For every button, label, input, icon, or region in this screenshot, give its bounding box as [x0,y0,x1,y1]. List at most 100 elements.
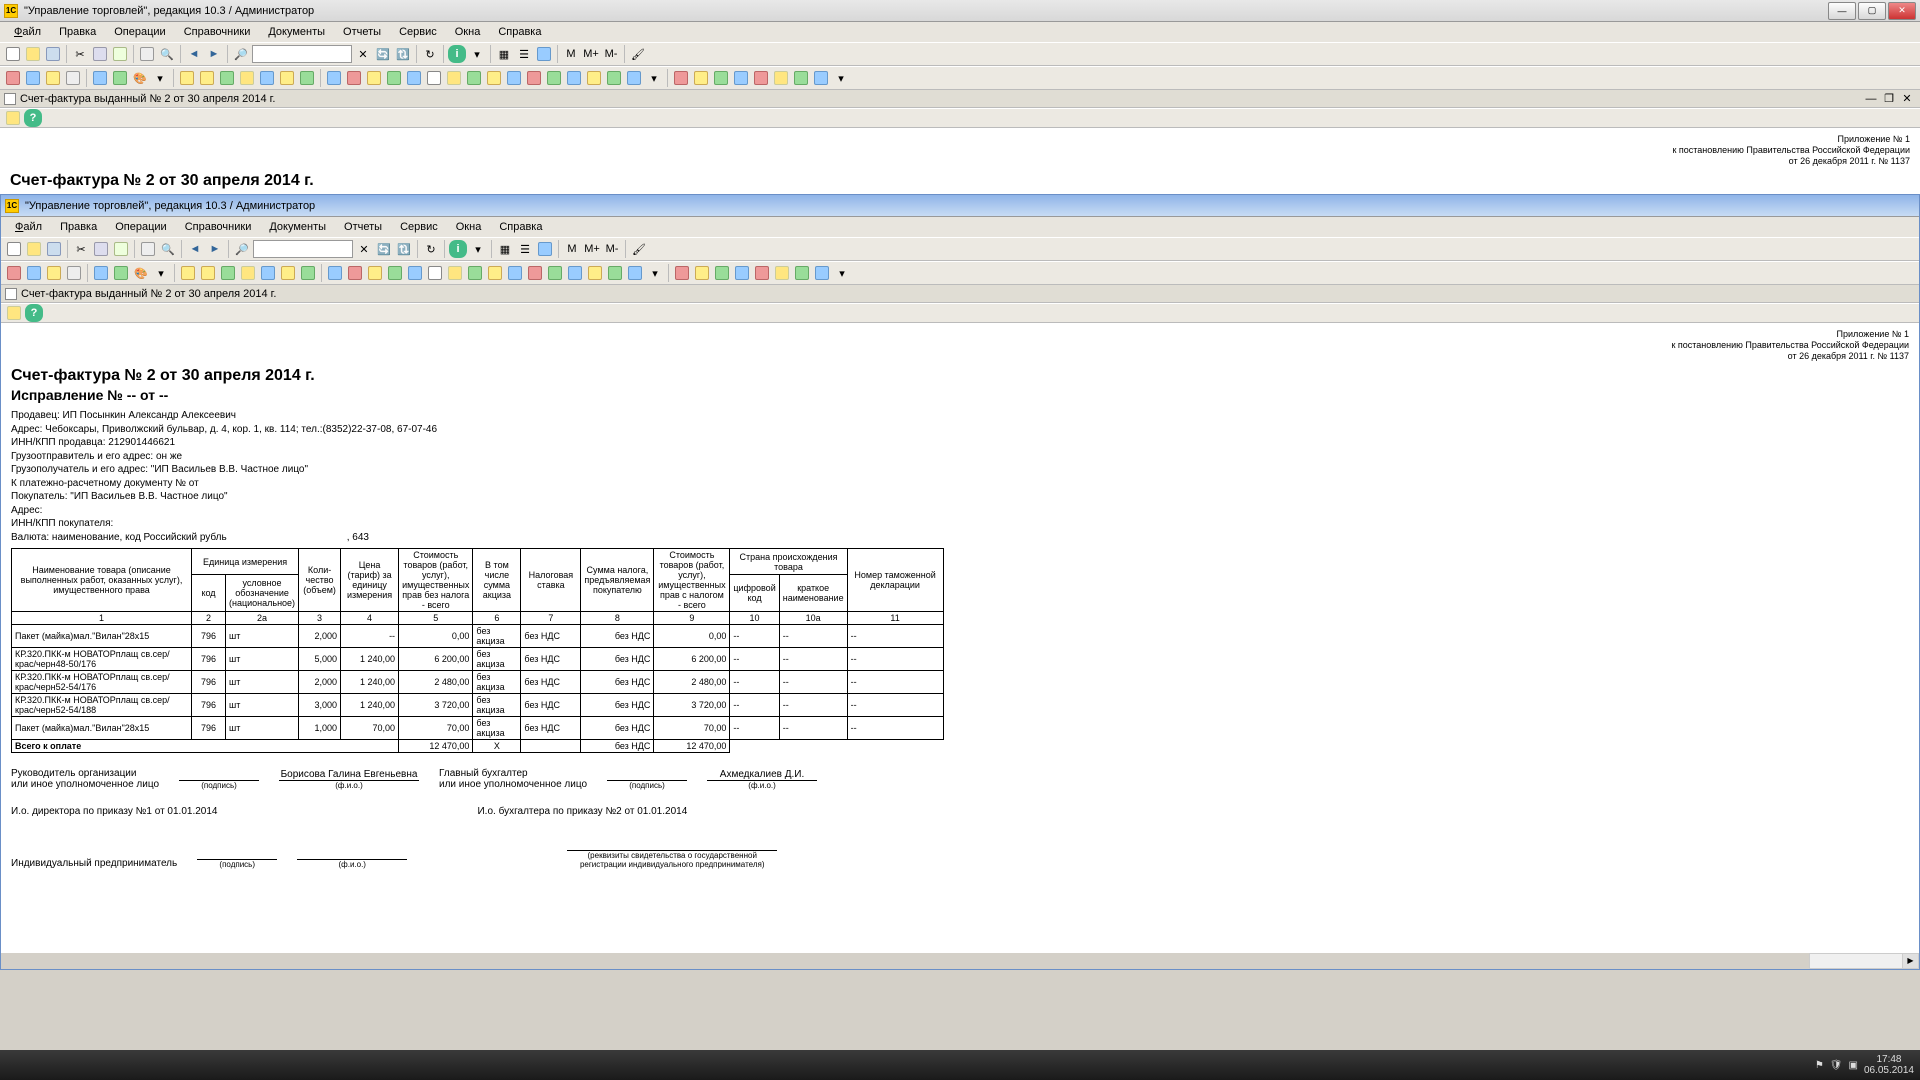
tb2-icon[interactable] [198,69,216,87]
inner-doc-tab-title[interactable]: Счет-фактура выданный № 2 от 30 апреля 2… [21,288,276,300]
tb2-icon[interactable] [385,69,403,87]
tray-shield-icon[interactable]: 🛡 [1830,1060,1843,1071]
tb2-icon[interactable] [733,264,751,282]
preview-icon[interactable]: 🔍 [159,240,177,258]
tb2-icon[interactable] [346,264,364,282]
search-icon[interactable]: 🔎 [233,240,251,258]
tb2-icon[interactable] [365,69,383,87]
tb2-dropdown-icon[interactable]: ▾ [152,264,170,282]
menu-windows[interactable]: Окна [448,219,490,235]
preview-icon[interactable]: 🔍 [158,45,176,63]
tb2-icon[interactable] [298,69,316,87]
menu-operations[interactable]: Операции [107,219,174,235]
open-icon[interactable] [24,45,42,63]
tb2-icon[interactable] [712,69,730,87]
doc-help-icon[interactable]: ? [24,109,42,127]
menu-refs[interactable]: Справочники [176,24,259,40]
menu-service[interactable]: Сервис [391,24,445,40]
maximize-button[interactable]: ▢ [1858,2,1886,20]
tb2-icon[interactable] [486,264,504,282]
tb2-icon[interactable] [565,69,583,87]
tb2-icon[interactable] [545,69,563,87]
tb2-icon[interactable] [91,69,109,87]
tb2-icon[interactable] [793,264,811,282]
menu-operations[interactable]: Операции [106,24,173,40]
tb2-icon[interactable]: 🎨 [132,264,150,282]
tb2-icon[interactable] [44,69,62,87]
tb2-icon[interactable] [238,69,256,87]
search-icon[interactable]: 🔎 [232,45,250,63]
menu-help[interactable]: Справка [490,24,549,40]
system-tray[interactable]: ⚑ 🛡 ▣ 17:48 06.05.2014 [1815,1054,1914,1076]
tb2-icon[interactable] [773,264,791,282]
tb2-icon[interactable] [386,264,404,282]
tb2-icon[interactable] [426,264,444,282]
find-prev-icon[interactable]: 🔃 [394,45,412,63]
tool-icon[interactable] [535,45,553,63]
copy-icon[interactable] [91,45,109,63]
doc-minimize-icon[interactable]: — [1862,90,1880,108]
tb2-icon[interactable] [278,69,296,87]
forward-icon[interactable]: ► [206,240,224,258]
forward-icon[interactable]: ► [205,45,223,63]
tb2-icon[interactable]: 🎨 [131,69,149,87]
tb2-icon[interactable] [25,264,43,282]
paste-icon[interactable] [112,240,130,258]
tb2-dropdown-icon[interactable]: ▾ [833,264,851,282]
tb2-icon[interactable] [792,69,810,87]
h-scrollbar[interactable]: ▶ [1809,953,1919,969]
help-icon[interactable]: i [449,240,467,258]
tb2-icon[interactable] [812,69,830,87]
tb2-icon[interactable] [4,69,22,87]
menu-help[interactable]: Справка [491,219,550,235]
menu-docs[interactable]: Документы [260,24,333,40]
find-next-icon[interactable]: 🔄 [374,45,392,63]
doc-open-icon[interactable] [4,109,22,127]
brush-icon[interactable]: 🖌 [629,45,647,63]
doc-restore-icon[interactable]: ❐ [1880,90,1898,108]
tb2-icon[interactable] [112,264,130,282]
minimize-button[interactable]: — [1828,2,1856,20]
tb2-icon[interactable] [626,264,644,282]
scroll-right-icon[interactable]: ▶ [1902,954,1918,968]
doc-close-icon[interactable]: ✕ [1898,90,1916,108]
cut-icon[interactable]: ✂ [72,240,90,258]
tb2-dropdown-icon[interactable]: ▾ [832,69,850,87]
tb2-icon[interactable] [713,264,731,282]
tb2-icon[interactable] [753,264,771,282]
menu-service[interactable]: Сервис [392,219,446,235]
tb2-icon[interactable] [45,264,63,282]
menu-file[interactable]: Файл [6,24,49,40]
tb2-icon[interactable] [325,69,343,87]
tray-flag-icon[interactable]: ⚑ [1815,1060,1824,1071]
help-icon[interactable]: i [448,45,466,63]
dropdown-icon[interactable]: ▾ [469,240,487,258]
tb2-icon[interactable] [406,264,424,282]
tb2-icon[interactable] [525,69,543,87]
doc-help-icon[interactable]: ? [25,304,43,322]
tb2-icon[interactable] [526,264,544,282]
m-button[interactable]: M [562,45,580,63]
tb2-dropdown-icon[interactable]: ▾ [646,264,664,282]
tb2-icon[interactable] [465,69,483,87]
tb2-icon[interactable] [466,264,484,282]
mminus-button[interactable]: M- [603,240,621,258]
menu-reports[interactable]: Отчеты [335,24,389,40]
tray-app-icon[interactable]: ▣ [1848,1060,1857,1071]
menu-file[interactable]: Файл [7,219,50,235]
tb2-icon[interactable] [605,69,623,87]
tb2-icon[interactable] [179,264,197,282]
tb2-icon[interactable] [326,264,344,282]
grid-icon[interactable]: ▦ [495,45,513,63]
tb2-icon[interactable] [732,69,750,87]
tb2-icon[interactable] [219,264,237,282]
clear-search-icon[interactable]: ✕ [355,240,373,258]
tb2-icon[interactable] [752,69,770,87]
menu-windows[interactable]: Окна [447,24,489,40]
menu-docs[interactable]: Документы [261,219,334,235]
save-icon[interactable] [44,45,62,63]
back-icon[interactable]: ◄ [186,240,204,258]
doc-open-icon[interactable] [5,304,23,322]
tb2-icon[interactable] [425,69,443,87]
tb2-icon[interactable] [813,264,831,282]
